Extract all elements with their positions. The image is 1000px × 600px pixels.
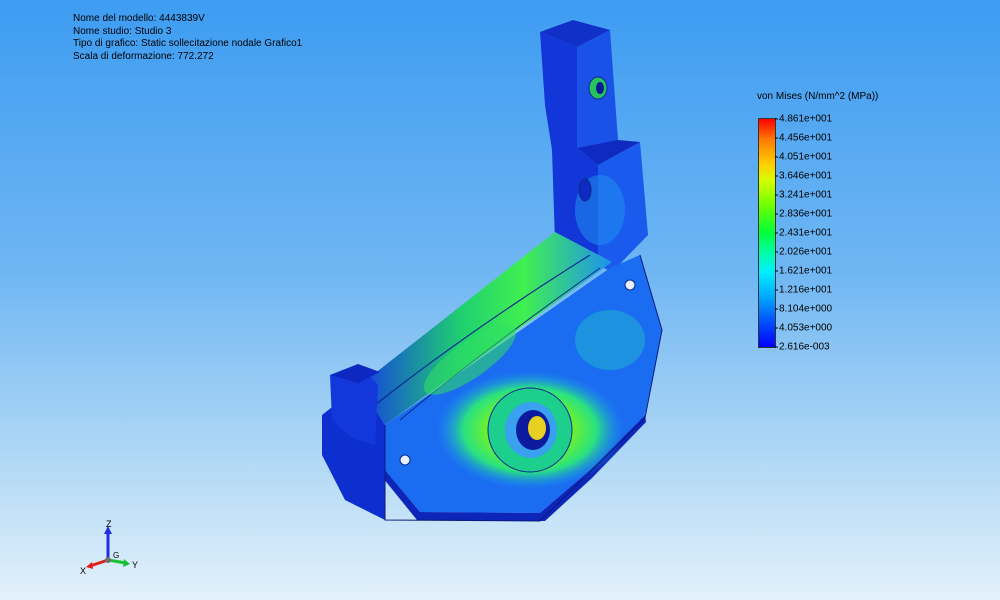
triad-origin [105,557,111,563]
hole-bore-highlight [528,416,546,440]
legend-tick: 8.104e+000 [775,304,832,315]
legend-title: von Mises (N/mm^2 (MPa)) [757,91,879,102]
stress-legend: von Mises (N/mm^2 (MPa)) 4.861e+001 4.45… [757,91,907,361]
upright-hole-mid [578,178,592,202]
legend-tick: 2.431e+001 [775,228,832,239]
y-axis-arrow [123,559,130,567]
legend-tick: 2.616e-003 [775,342,830,353]
stress-region-right [575,310,645,370]
x-axis-arrow [86,562,93,569]
legend-tick: 3.241e+001 [775,190,832,201]
legend-tick: 4.456e+001 [775,133,832,144]
legend-tick: 4.053e+000 [775,323,832,334]
x-axis-label: X [80,566,86,576]
small-hole-left [399,454,411,466]
g-label: G [113,551,119,560]
legend-tick: 4.861e+001 [775,114,832,125]
legend-tick: 1.216e+001 [775,285,832,296]
legend-tick: 2.026e+001 [775,247,832,258]
legend-colorbar [758,118,776,348]
legend-tick: 1.621e+001 [775,266,832,277]
y-axis-label: Y [132,560,138,570]
axis-triad[interactable]: Z X Y G [78,518,148,578]
legend-tick: 4.051e+001 [775,152,832,163]
upright-hole-top-inner [596,82,604,94]
legend-tick: 2.836e+001 [775,209,832,220]
legend-tick: 3.646e+001 [775,171,832,182]
small-hole-right [624,279,636,291]
z-axis-label: Z [106,519,112,529]
